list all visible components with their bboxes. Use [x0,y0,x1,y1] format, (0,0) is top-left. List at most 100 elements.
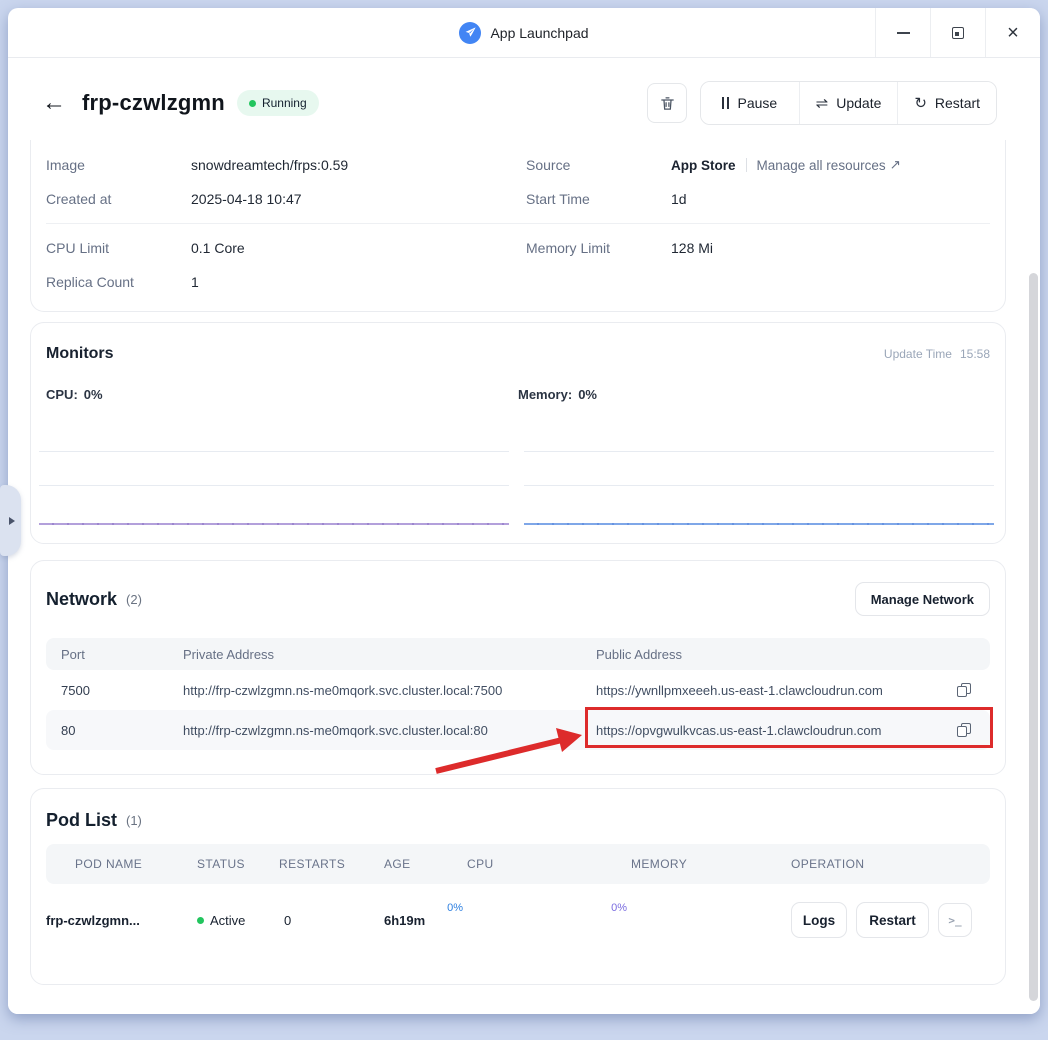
close-icon: × [1007,23,1019,43]
network-table-header: Port Private Address Public Address [46,638,990,670]
copy-icon[interactable] [956,682,972,698]
cpu-limit-value: 0.1 Core [191,240,245,256]
minimize-button[interactable] [875,8,930,57]
window-controls: × [875,8,1040,57]
terminal-button[interactable]: >_ [938,903,972,937]
pod-restart-button[interactable]: Restart [856,902,929,938]
pod-status-dot-icon [197,917,204,924]
terminal-icon: >_ [948,914,961,927]
start-time-label: Start Time [526,191,671,207]
update-icon: ⇌ [816,96,829,111]
pod-table: POD NAME STATUS RESTARTS AGE CPU MEMORY … [46,844,990,956]
network-title: Network [46,589,117,610]
pod-row: frp-czwlzgmn... Active 0 6h19m 0% [46,884,990,956]
replica-count-value: 1 [191,274,199,290]
divider [746,158,747,172]
chevron-right-icon [9,517,15,525]
pause-label: Pause [737,95,777,111]
pod-list-count: (1) [126,813,142,828]
memory-chart-line [524,523,994,526]
restart-button[interactable]: ↻ Restart [897,82,996,124]
public-address-link[interactable]: https://ywnllpmxeeeh.us-east-1.clawcloud… [596,683,956,698]
operation-header: OPERATION [791,857,990,871]
update-button[interactable]: ⇌ Update [799,82,898,124]
public-address-header: Public Address [596,647,956,662]
pause-button[interactable]: Pause [701,82,799,124]
memory-monitor-value: 0% [578,387,597,402]
pod-list-title: Pod List [46,810,117,831]
age-header: AGE [384,857,467,871]
memory-chart [524,431,994,525]
pod-cpu-value: 0% [447,902,463,914]
manage-all-resources-link[interactable]: Manage all resources ↗ [757,157,901,173]
back-button[interactable]: ← [42,89,66,117]
app-launchpad-logo-icon [459,22,481,44]
restart-icon: ↻ [914,96,927,111]
cpu-chart-line [39,523,509,526]
monitors-title: Monitors [46,345,114,363]
restore-icon [952,27,964,39]
titlebar[interactable]: App Launchpad × [8,8,1040,58]
port-value: 7500 [46,683,183,698]
source-label: Source [526,157,671,173]
network-card: Network (2) Manage Network Port Private … [30,560,1006,775]
private-address-header: Private Address [183,647,596,662]
app-detail-page: ← frp-czwlzgmn Running Pause ⇌ Updat [8,58,1040,1014]
window-title: App Launchpad [490,25,588,41]
memory-header: MEMORY [631,857,791,871]
private-address: http://frp-czwlzgmn.ns-me0mqork.svc.clus… [183,683,596,698]
network-row: 7500 http://frp-czwlzgmn.ns-me0mqork.svc… [46,670,990,710]
logs-button[interactable]: Logs [791,902,847,938]
pod-memory-value: 0% [611,902,627,914]
scrollbar[interactable] [1029,273,1038,1001]
pod-name-header: POD NAME [46,857,197,871]
update-label: Update [836,95,881,111]
pod-age: 6h19m [384,913,467,928]
delete-button[interactable] [647,83,687,123]
cpu-limit-label: CPU Limit [46,240,191,256]
memory-limit-label: Memory Limit [526,240,671,256]
network-count: (2) [126,592,142,607]
replica-count-label: Replica Count [46,274,191,290]
cpu-monitor-label: CPU: [46,387,78,402]
restart-label: Restart [935,95,980,111]
memory-monitor-label: Memory: [518,387,572,402]
monitor-charts [39,431,994,525]
annotation-red-box [585,707,993,748]
start-time-value: 1d [671,191,687,207]
status-badge: Running [237,90,319,116]
update-time: Update Time 15:58 [884,347,990,361]
minimize-icon [897,32,910,34]
annotation-arrow [424,719,594,779]
pod-status: Active [210,913,245,928]
sidebar-expand-handle[interactable] [0,485,21,556]
divider [46,223,990,224]
port-header: Port [46,647,183,662]
restarts-header: RESTARTS [279,857,384,871]
pod-restarts: 0 [279,913,384,928]
external-link-icon: ↗ [890,157,901,173]
port-value: 80 [46,723,183,738]
monitors-card: Monitors Update Time 15:58 CPU: 0% Memor… [30,322,1006,544]
action-button-group: Pause ⇌ Update ↻ Restart [700,81,997,125]
header-actions: Pause ⇌ Update ↻ Restart [647,81,997,125]
manage-network-button[interactable]: Manage Network [855,582,990,616]
status-header: STATUS [197,857,279,871]
pod-list-card: Pod List (1) POD NAME STATUS RESTARTS AG… [30,788,1006,985]
pod-table-header: POD NAME STATUS RESTARTS AGE CPU MEMORY … [46,844,990,884]
image-value: snowdreamtech/frps:0.59 [191,157,348,173]
cpu-monitor-value: 0% [84,387,103,402]
close-button[interactable]: × [985,8,1040,57]
page-header: ← frp-czwlzgmn Running Pause ⇌ Updat [42,75,997,131]
restore-button[interactable] [930,8,985,57]
created-at-value: 2025-04-18 10:47 [191,191,302,207]
trash-icon [659,95,676,112]
memory-limit-value: 128 Mi [671,240,713,256]
status-dot-icon [249,100,256,107]
pause-icon [722,97,729,109]
app-window: App Launchpad × ← frp-czwlzgmn Running [8,8,1040,1014]
cpu-chart [39,431,509,525]
created-at-label: Created at [46,191,191,207]
cpu-header: CPU [467,857,631,871]
pod-name: frp-czwlzgmn... [46,913,197,928]
